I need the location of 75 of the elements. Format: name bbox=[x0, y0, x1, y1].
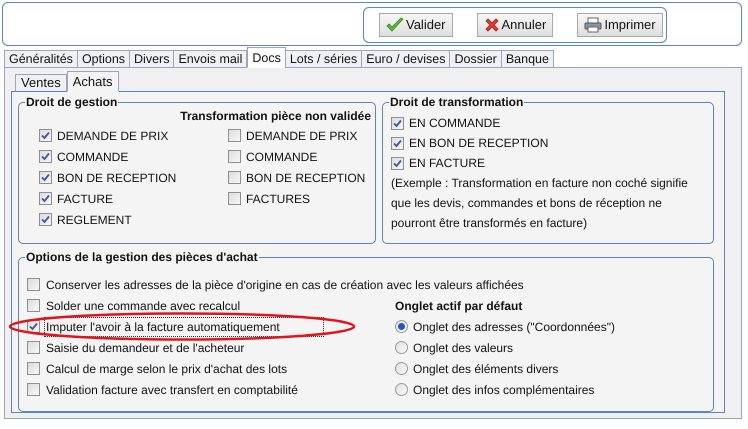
checkbox-label: Imputer l'avoir à la facture automatiquement bbox=[45, 318, 323, 336]
toolbar-button[interactable]: Annuler bbox=[476, 13, 554, 37]
checkbox-label: COMMANDE bbox=[57, 148, 128, 166]
radio-label: Onglet des valeurs bbox=[413, 340, 514, 356]
radio-group-title: Onglet actif par défaut bbox=[395, 298, 522, 314]
tab[interactable]: Ventes bbox=[15, 74, 67, 92]
tab[interactable]: Achats bbox=[66, 71, 119, 92]
tab[interactable]: Généralités bbox=[4, 50, 78, 68]
group-title: Droit de gestion bbox=[25, 95, 118, 109]
checkbox-label: Solder une commande avec recalcul bbox=[45, 298, 242, 314]
tab[interactable]: Dossier bbox=[449, 50, 502, 68]
checkbox[interactable] bbox=[27, 299, 40, 312]
checkbox-label: Saisie du demandeur et de l'acheteur bbox=[45, 340, 246, 356]
radio-button[interactable] bbox=[395, 362, 408, 375]
check-icon bbox=[29, 322, 38, 331]
tab[interactable]: Banque bbox=[500, 50, 554, 68]
checkbox-label: FACTURES bbox=[246, 190, 310, 208]
checkbox[interactable] bbox=[39, 150, 52, 163]
checkbox[interactable] bbox=[228, 171, 241, 184]
checkbox[interactable] bbox=[39, 129, 52, 142]
checkbox[interactable] bbox=[27, 341, 40, 354]
group-title: Options de la gestion des pièces d'achat bbox=[25, 250, 259, 264]
tab[interactable]: Divers bbox=[129, 50, 174, 68]
column-heading: Transformation pièce non validée bbox=[180, 108, 371, 125]
checkbox-label: BON DE RECEPTION bbox=[57, 170, 176, 186]
checkbox-label: EN BON DE RECEPTION bbox=[409, 135, 548, 152]
checkbox-label: EN COMMANDE bbox=[409, 115, 500, 132]
tab[interactable]: Euro / devises bbox=[361, 50, 450, 68]
tab[interactable]: Docs bbox=[247, 47, 286, 68]
radio-button[interactable] bbox=[395, 341, 408, 354]
checkbox[interactable] bbox=[228, 150, 241, 163]
checkbox-label: Conserver les adresses de la pièce d'origine en cas de création avec les valeurs affichées bbox=[45, 276, 525, 294]
checkbox[interactable] bbox=[391, 136, 404, 150]
checkbox-label: COMMANDE bbox=[246, 148, 318, 166]
checkbox-label: DEMANDE DE PRIX bbox=[246, 128, 358, 144]
close-icon bbox=[484, 17, 500, 33]
check-icon bbox=[41, 194, 50, 203]
check-icon bbox=[41, 131, 50, 140]
checkbox-label: Calcul de marge selon le prix d'achat des lots bbox=[45, 360, 288, 378]
check-icon bbox=[393, 118, 402, 128]
checkbox[interactable] bbox=[39, 213, 52, 226]
tab[interactable]: Options bbox=[76, 50, 130, 68]
check-icon bbox=[41, 215, 50, 224]
checkbox[interactable] bbox=[27, 383, 40, 396]
radio-label: Onglet des infos complémentaires bbox=[413, 382, 594, 398]
checkbox[interactable] bbox=[228, 129, 241, 142]
check-icon bbox=[41, 173, 50, 182]
tab[interactable]: Lots / séries bbox=[284, 50, 362, 68]
checkbox[interactable] bbox=[39, 171, 52, 184]
checkbox[interactable] bbox=[391, 116, 404, 130]
checkbox[interactable] bbox=[228, 192, 241, 205]
checkbox[interactable] bbox=[39, 192, 52, 205]
checkbox[interactable] bbox=[27, 362, 40, 375]
radio-button[interactable] bbox=[395, 320, 408, 333]
radio-button[interactable] bbox=[395, 383, 408, 396]
checkbox[interactable] bbox=[27, 278, 40, 291]
toolbar-button[interactable]: Imprimer bbox=[577, 13, 663, 37]
note-text: (Exemple : Transformation en facture non coché signifie que les devis, commandes et bons de réception ne pourront être transformés en facture) bbox=[391, 175, 689, 232]
tab[interactable]: Envois mail bbox=[173, 50, 248, 68]
group-title: Droit de transformation bbox=[389, 95, 524, 109]
checkbox-label: DEMANDE DE PRIX bbox=[57, 128, 168, 144]
printer-icon bbox=[584, 17, 602, 33]
radio-label: Onglet des éléments divers bbox=[413, 360, 558, 378]
checkbox-label: EN FACTURE bbox=[409, 155, 486, 172]
checkbox-label: BON DE RECEPTION bbox=[246, 170, 366, 186]
checkbox-label: REGLEMENT bbox=[57, 212, 132, 228]
radio-label: Onglet des adresses ("Coordonnées") bbox=[413, 318, 615, 336]
checkbox[interactable] bbox=[391, 156, 404, 170]
check-icon bbox=[393, 158, 402, 168]
check-icon bbox=[393, 138, 402, 148]
check-icon bbox=[41, 152, 50, 161]
checkbox-label: FACTURE bbox=[57, 190, 114, 208]
toolbar-button[interactable]: Valider bbox=[379, 13, 453, 37]
checkmark-icon bbox=[386, 17, 404, 33]
checkbox-label: Validation facture avec transfert en comptabilité bbox=[45, 382, 299, 398]
